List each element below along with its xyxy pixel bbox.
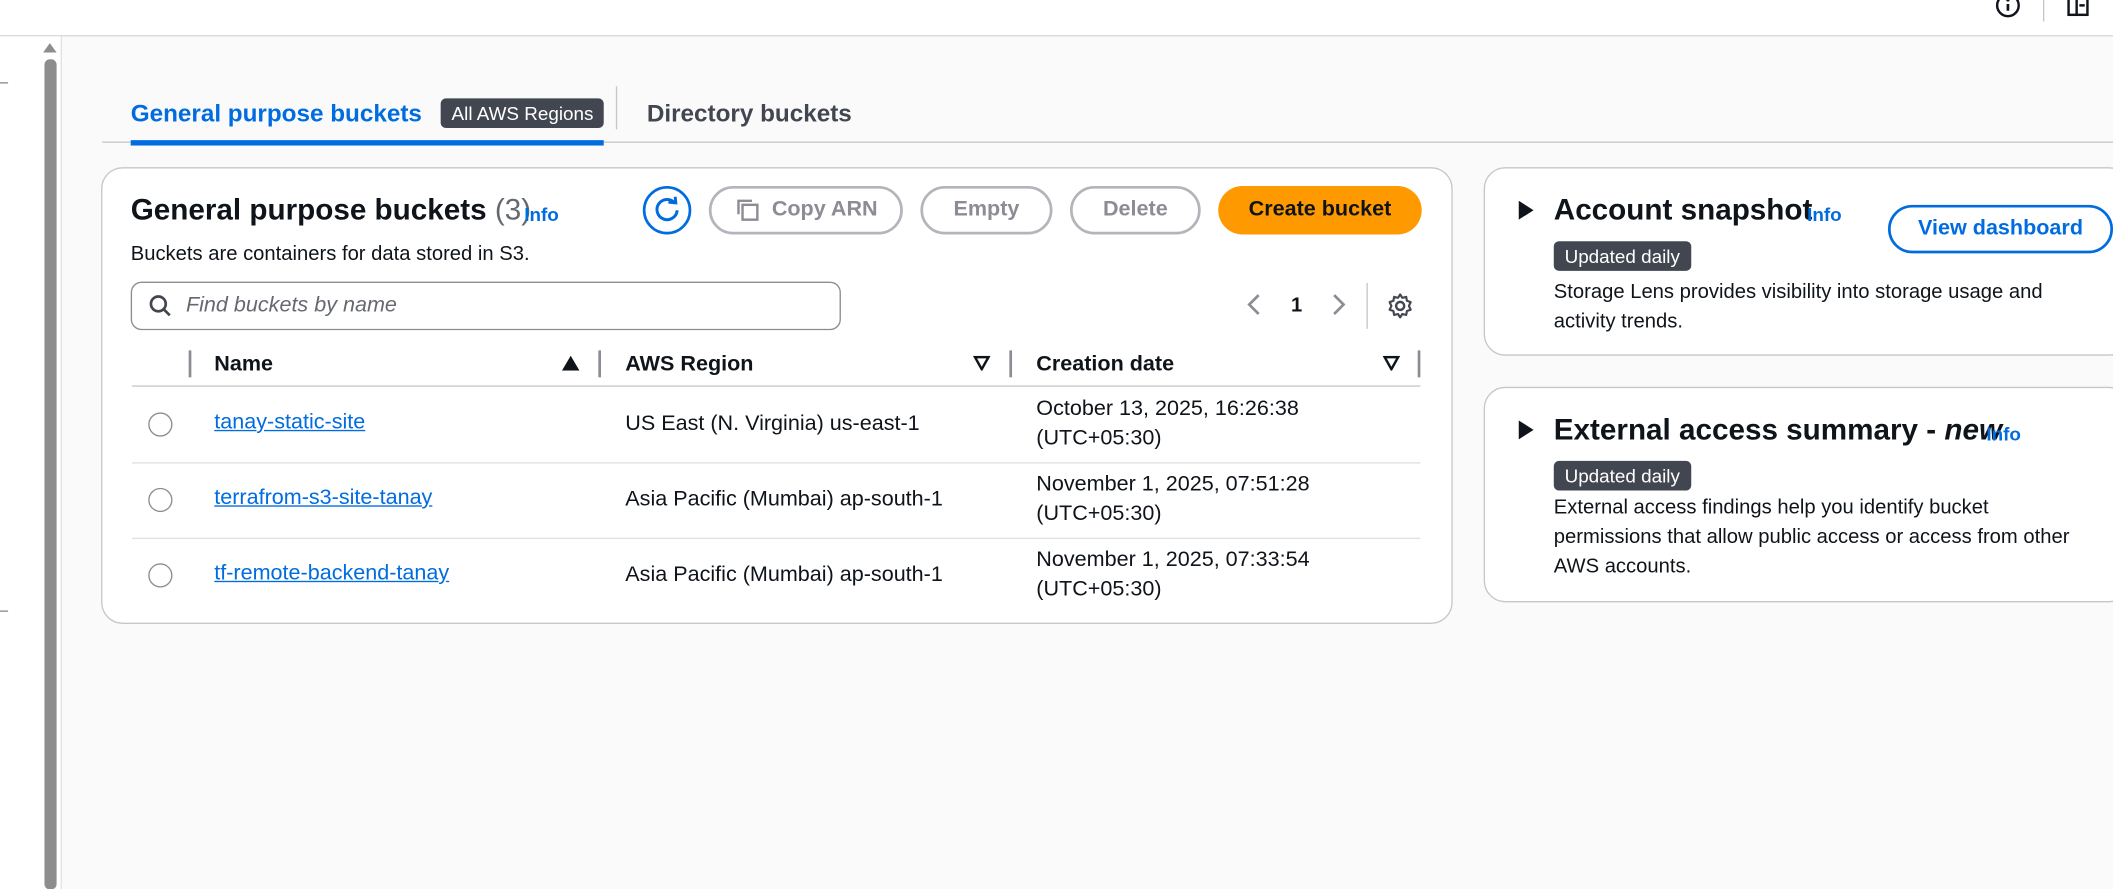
- bucket-search[interactable]: [130, 281, 841, 331]
- nav-tick: [0, 610, 9, 612]
- bucket-name-link[interactable]: tf-remote-backend-tanay: [214, 562, 449, 586]
- column-divider[interactable]: [1009, 350, 1013, 378]
- nav-tick: [0, 82, 9, 84]
- buckets-info-link[interactable]: Info: [524, 203, 559, 225]
- empty-label: Empty: [953, 198, 1020, 222]
- panel-icon[interactable]: [2065, 0, 2092, 19]
- bucket-created-date: November 1, 2025, 07:33:54: [1036, 548, 1310, 572]
- tab-divider: [615, 86, 618, 130]
- bucket-region: US East (N. Virginia) us-east-1: [625, 412, 920, 436]
- column-header-creation-date[interactable]: Creation date: [1036, 353, 1174, 377]
- sort-toggle-icon[interactable]: [1382, 355, 1401, 371]
- bucket-created-tz: (UTC+05:30): [1036, 427, 1162, 451]
- updated-daily-badge: Updated daily: [1553, 460, 1691, 491]
- sort-ascending-icon[interactable]: [561, 355, 580, 371]
- top-bar: [0, 0, 2113, 37]
- expand-caret-icon[interactable]: [1518, 420, 1534, 440]
- pager-divider: [1366, 282, 1368, 329]
- refresh-button[interactable]: [642, 185, 692, 235]
- header-divider: [132, 385, 1421, 387]
- row-select-radio[interactable]: [148, 412, 173, 437]
- row-select-radio[interactable]: [148, 487, 173, 513]
- info-circle-icon[interactable]: [1994, 0, 2021, 19]
- column-divider: [188, 350, 192, 378]
- column-divider[interactable]: [598, 350, 602, 378]
- view-dashboard-label: View dashboard: [1918, 216, 2083, 240]
- bucket-name-link[interactable]: terrafrom-s3-site-tanay: [214, 486, 432, 510]
- chevron-right-icon[interactable]: [1327, 292, 1351, 316]
- gear-icon[interactable]: [1387, 292, 1414, 319]
- bucket-created-tz: (UTC+05:30): [1036, 502, 1162, 526]
- delete-label: Delete: [1102, 198, 1168, 222]
- bucket-region: Asia Pacific (Mumbai) ap-south-1: [625, 487, 943, 511]
- bucket-type-tabs: General purpose buckets All AWS Regions …: [102, 84, 2113, 146]
- search-input[interactable]: [185, 293, 779, 319]
- bucket-region: Asia Pacific (Mumbai) ap-south-1: [625, 563, 943, 587]
- row-divider: [132, 462, 1421, 464]
- bucket-created-date: November 1, 2025, 07:51:28: [1036, 473, 1310, 496]
- external-title-text: External access summary -: [1553, 412, 1945, 447]
- row-select-radio[interactable]: [148, 563, 173, 588]
- buckets-description: Buckets are containers for data stored i…: [130, 242, 530, 266]
- scroll-up-arrow-icon[interactable]: [43, 43, 57, 53]
- tab-label: Directory buckets: [646, 99, 852, 127]
- column-header-region[interactable]: AWS Region: [625, 353, 753, 377]
- search-icon: [149, 295, 171, 317]
- current-page[interactable]: 1: [1291, 293, 1302, 316]
- external-info-link[interactable]: Info: [1986, 423, 2021, 445]
- bucket-name-link[interactable]: tanay-static-site: [214, 411, 365, 435]
- chevron-left-icon[interactable]: [1242, 292, 1266, 316]
- pagination: 1: [1242, 292, 1350, 316]
- bucket-created-tz: (UTC+05:30): [1036, 578, 1162, 602]
- panel-title-text: General purpose buckets: [130, 192, 487, 227]
- snapshot-description-line: Storage Lens provides visibility into st…: [1553, 280, 2043, 304]
- external-access-title: External access summary - new: [1554, 412, 2002, 447]
- refresh-icon: [655, 196, 679, 222]
- create-bucket-label: Create bucket: [1248, 198, 1392, 222]
- topbar-divider: [2042, 0, 2045, 22]
- bucket-created-date: October 13, 2025, 16:26:38: [1036, 397, 1299, 421]
- copy-arn-label: Copy ARN: [771, 198, 878, 222]
- create-bucket-button[interactable]: Create bucket: [1218, 185, 1422, 235]
- delete-button[interactable]: Delete: [1069, 185, 1201, 235]
- view-dashboard-button[interactable]: View dashboard: [1887, 204, 2113, 254]
- scrollbar-thumb[interactable]: [44, 59, 57, 889]
- updated-daily-badge: Updated daily: [1553, 241, 1691, 271]
- sort-toggle-icon[interactable]: [972, 355, 991, 371]
- snapshot-description-line: activity trends.: [1553, 309, 1683, 333]
- tab-general-purpose-buckets[interactable]: General purpose buckets All AWS Regions: [130, 84, 605, 146]
- column-divider[interactable]: [1417, 350, 1421, 378]
- snapshot-info-link[interactable]: Info: [1807, 203, 1842, 225]
- empty-button[interactable]: Empty: [920, 185, 1053, 235]
- all-regions-badge: All AWS Regions: [440, 98, 605, 129]
- buckets-panel-title: General purpose buckets (3): [131, 193, 531, 228]
- tab-directory-buckets[interactable]: Directory buckets: [647, 84, 852, 143]
- expand-caret-icon[interactable]: [1518, 200, 1534, 220]
- copy-icon: [736, 199, 759, 221]
- external-description-line: permissions that allow public access or …: [1553, 525, 2070, 549]
- external-description-line: External access findings help you identi…: [1553, 495, 1989, 519]
- copy-arn-button[interactable]: Copy ARN: [708, 185, 903, 235]
- external-description-line: AWS accounts.: [1553, 555, 1692, 579]
- snapshot-title: Account snapshot: [1553, 192, 1813, 227]
- column-header-name[interactable]: Name: [214, 353, 273, 377]
- row-divider: [132, 537, 1421, 540]
- tab-label: General purpose buckets: [130, 99, 422, 127]
